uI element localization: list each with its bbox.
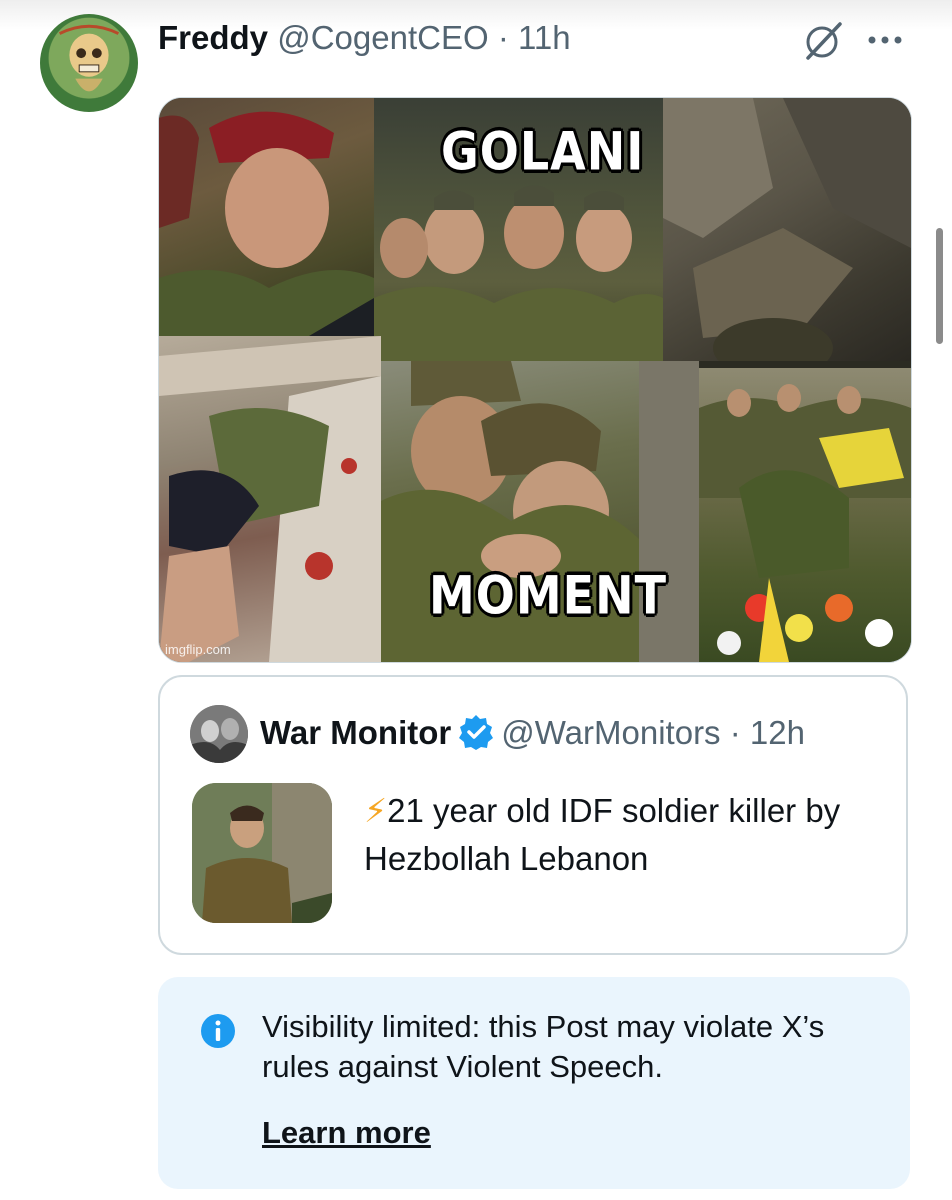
author-name[interactable]: Freddy (158, 19, 268, 56)
collage-photo-crying-soldier (159, 98, 374, 336)
quoted-post-header: War Monitor @WarMonitors · 12h (260, 713, 805, 753)
quoted-author-avatar (190, 705, 248, 763)
quoted-post-card[interactable]: War Monitor @WarMonitors · 12h ⚡21 year … (158, 675, 908, 955)
separator-dot: · (497, 19, 509, 56)
verified-badge-icon (457, 713, 495, 751)
learn-more-link[interactable]: Learn more (262, 1113, 431, 1153)
more-options-icon[interactable] (862, 20, 908, 60)
quoted-post-thumbnail (192, 783, 332, 923)
author-handle[interactable]: @CogentCEO (277, 19, 488, 56)
info-icon (200, 1013, 236, 1049)
meme-caption-bottom: MOMENT (429, 563, 667, 627)
collage-photo-wounded-soldier (159, 336, 381, 662)
quoted-post-timestamp[interactable]: 12h (750, 714, 805, 751)
notice-text: Visibility limited: this Post may violat… (262, 1009, 825, 1084)
collage-photo-funeral-flowers (699, 368, 911, 662)
media-watermark: imgflip.com (165, 642, 231, 657)
quoted-post-body: 21 year old IDF soldier killer by Hezbol… (364, 792, 841, 877)
scrollbar[interactable] (936, 228, 943, 344)
quoted-author-name[interactable]: War Monitor (260, 714, 451, 751)
collage-photo-rubble (663, 98, 911, 361)
quoted-separator-dot: · (729, 714, 741, 751)
quoted-post-text: ⚡21 year old IDF soldier killer by Hezbo… (364, 787, 884, 883)
author-avatar[interactable] (40, 14, 138, 112)
visibility-limited-notice: Visibility limited: this Post may violat… (158, 977, 910, 1189)
post-media-collage[interactable]: GOLANI MOMENT imgflip.com (158, 97, 912, 663)
quoted-author-handle[interactable]: @WarMonitors (501, 714, 720, 751)
post-screen: Freddy @CogentCEO · 11h GOLANI MOMENT im… (0, 0, 952, 1200)
post-timestamp[interactable]: 11h (518, 19, 571, 56)
lightning-emoji-icon: ⚡ (364, 792, 388, 829)
post-header: Freddy @CogentCEO · 11h (158, 18, 571, 58)
meme-caption-top: GOLANI (441, 119, 645, 183)
grok-icon[interactable] (800, 18, 846, 64)
